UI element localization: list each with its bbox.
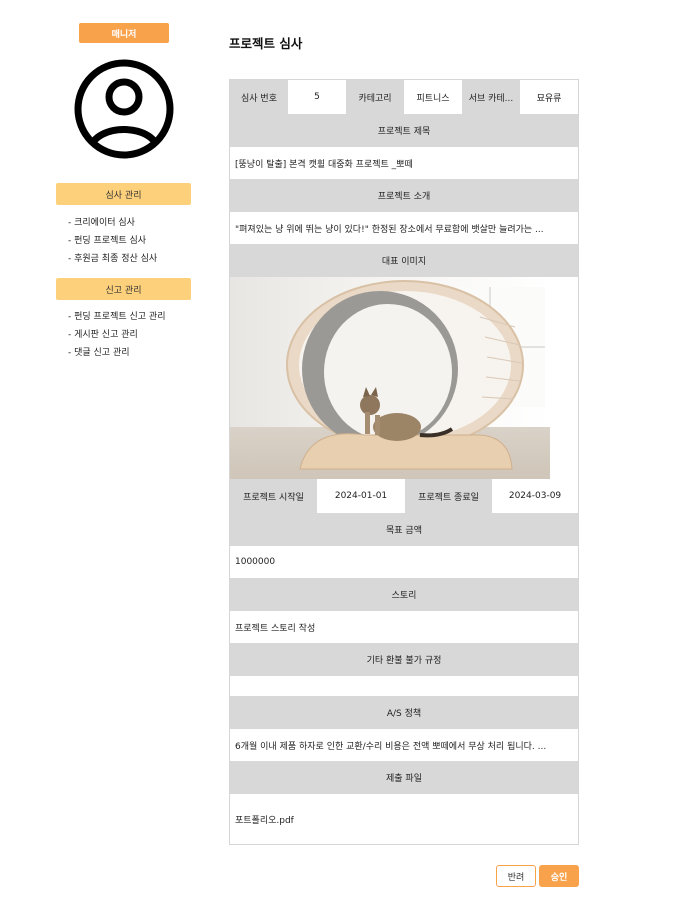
category-label: 카테고리: [346, 80, 404, 114]
subcategory-value: 묘유류: [520, 80, 578, 114]
title-value: [뚱냥이 탈출] 본격 캣휠 대중화 프로젝트 _뽀떼: [230, 147, 578, 179]
title-label: 프로젝트 제목: [230, 114, 578, 147]
menu-item-funding-report[interactable]: - 펀딩 프로젝트 신고 관리: [68, 310, 166, 328]
goal-text: 1000000: [235, 557, 276, 567]
intro-text: "펴져있는 냥 위에 뛰는 냥이 있다!" 한정된 장소에서 무료함에 뱃살만 …: [235, 224, 544, 235]
start-date-value: 2024-01-01: [317, 479, 405, 513]
user-avatar-icon: [74, 59, 174, 159]
role-badge: 매니저: [79, 23, 169, 43]
refund-label: 기타 환불 불가 규정: [230, 643, 578, 676]
cat-wheel-image: [230, 277, 550, 479]
intro-value: "펴져있는 냥 위에 뛰는 냥이 있다!" 한정된 장소에서 무료함에 뱃살만 …: [230, 212, 578, 244]
menu-item-funding-review[interactable]: - 펀딩 프로젝트 심사: [68, 234, 157, 252]
file-link[interactable]: 포트폴리오.pdf: [235, 813, 573, 826]
reject-button[interactable]: 반려: [496, 865, 536, 887]
as-policy-text: 6개월 이내 제품 하자로 인한 교환/수리 비용은 전액 뽀떼에서 무상 처리…: [235, 741, 547, 752]
menu-item-settlement-review[interactable]: - 후원금 최종 정산 심사: [68, 252, 157, 270]
menu-header-review[interactable]: 심사 관리: [56, 183, 191, 205]
end-date-value: 2024-03-09: [492, 479, 578, 513]
title-text: [뚱냥이 탈출] 본격 캣휠 대중화 프로젝트 _뽀떼: [235, 159, 413, 170]
representative-image: [230, 277, 578, 479]
project-review-form: 심사 번호 5 카테고리 피트니스 서브 카테... 묘유류 프로젝트 제목 […: [229, 79, 579, 845]
intro-label: 프로젝트 소개: [230, 179, 578, 212]
page-title: 프로젝트 심사: [229, 36, 303, 51]
goal-label: 목표 금액: [230, 513, 578, 546]
file-label: 제출 파일: [230, 761, 578, 794]
menu-item-board-report[interactable]: - 게시판 신고 관리: [68, 328, 166, 346]
refund-value: [230, 676, 578, 696]
date-row: 프로젝트 시작일 2024-01-01 프로젝트 종료일 2024-03-09: [230, 479, 578, 513]
report-menu: - 펀딩 프로젝트 신고 관리 - 게시판 신고 관리 - 댓글 신고 관리: [68, 310, 166, 364]
review-no-value: 5: [288, 80, 346, 114]
meta-row: 심사 번호 5 카테고리 피트니스 서브 카테... 묘유류: [230, 80, 578, 114]
review-menu: - 크리에이터 심사 - 펀딩 프로젝트 심사 - 후원금 최종 정산 심사: [68, 216, 157, 270]
review-no-label: 심사 번호: [230, 80, 288, 114]
sidebar: 매니저 심사 관리 - 크리에이터 심사 - 펀딩 프로젝트 심사 - 후원금 …: [0, 0, 200, 898]
menu-item-comment-report[interactable]: - 댓글 신고 관리: [68, 346, 166, 364]
story-text: 프로젝트 스토리 작성: [235, 623, 316, 634]
as-policy-label: A/S 정책: [230, 696, 578, 729]
image-label: 대표 이미지: [230, 244, 578, 277]
subcategory-label: 서브 카테...: [462, 80, 520, 114]
category-value: 피트니스: [404, 80, 462, 114]
menu-header-report[interactable]: 신고 관리: [56, 278, 191, 300]
menu-item-creator-review[interactable]: - 크리에이터 심사: [68, 216, 157, 234]
file-value: 포트폴리오.pdf: [230, 794, 578, 844]
end-date-label: 프로젝트 종료일: [405, 479, 492, 513]
story-value: 프로젝트 스토리 작성: [230, 611, 578, 643]
goal-value: 1000000: [230, 546, 578, 578]
as-policy-value: 6개월 이내 제품 하자로 인한 교환/수리 비용은 전액 뽀떼에서 무상 처리…: [230, 729, 578, 761]
story-label: 스토리: [230, 578, 578, 611]
start-date-label: 프로젝트 시작일: [230, 479, 317, 513]
approve-button[interactable]: 승인: [539, 865, 579, 887]
